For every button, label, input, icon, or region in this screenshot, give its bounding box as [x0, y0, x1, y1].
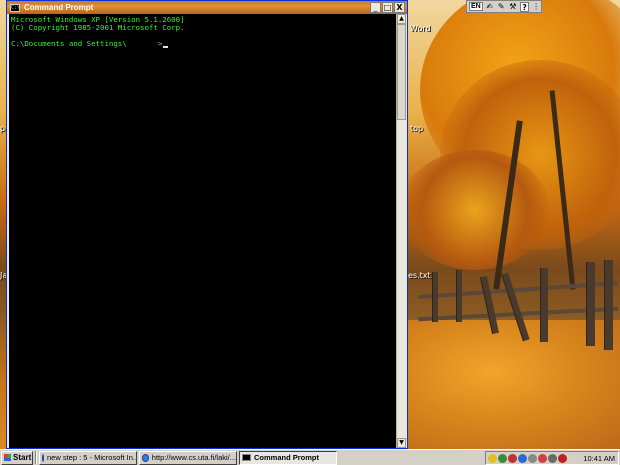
text-cursor [163, 46, 169, 48]
command-prompt-window: C:\ Command Prompt _ □ X Microsoft Windo… [6, 0, 408, 449]
internet-explorer-icon [42, 453, 44, 462]
maximize-button[interactable]: □ [382, 2, 393, 13]
wallpaper-fence-post [604, 260, 613, 350]
taskbar-item-browser-window[interactable]: http://www.cs.uta.fi/laki/... [139, 450, 237, 465]
tools-icon[interactable]: ⚒ [508, 2, 518, 12]
console-output[interactable]: Microsoft Windows XP [Version 5.1.2600] … [9, 14, 397, 448]
shield-icon[interactable] [488, 453, 497, 463]
antivirus-icon[interactable] [508, 453, 517, 463]
desktop-icon-label[interactable]: es.txt [408, 271, 431, 280]
wallpaper-foliage [400, 150, 550, 270]
taskbar-item-label: http://www.cs.uta.fi/laki/... [151, 453, 236, 462]
security-alert-icon[interactable] [538, 453, 547, 463]
help-icon[interactable]: ? [519, 1, 530, 12]
vertical-scrollbar[interactable]: ▲ ▼ [396, 14, 406, 448]
console-prompt-row[interactable]: C:\Documents and Settings\ > [11, 40, 395, 48]
window-controls: _ □ X [370, 2, 405, 13]
start-button[interactable]: Start [1, 450, 33, 465]
console-icon [242, 454, 251, 461]
clock[interactable]: 10:41 AM [583, 454, 615, 463]
network-icon[interactable] [498, 453, 507, 463]
start-label: Start [13, 453, 32, 462]
desktop-icon-label[interactable]: top [410, 124, 423, 133]
stop-icon[interactable] [558, 453, 567, 463]
taskbar: Start new step : 5 - Microsoft In... htt… [0, 449, 620, 465]
language-bar: EN ✍ ✎ ⚒ ? ⋮ [466, 0, 542, 13]
handwriting-icon[interactable]: ✍ [485, 2, 495, 12]
taskbar-item-command-prompt[interactable]: Command Prompt [239, 450, 337, 465]
console-icon[interactable]: C:\ [10, 3, 20, 12]
title-bar[interactable]: C:\ Command Prompt _ □ X [7, 1, 407, 14]
close-button[interactable]: X [394, 2, 405, 13]
console-line: (C) Copyright 1985-2001 Microsoft Corp. [11, 23, 185, 32]
taskbar-separator [35, 451, 37, 464]
minimize-button[interactable]: _ [370, 2, 381, 13]
options-icon[interactable]: ⋮ [531, 2, 541, 12]
taskbar-item-label: new step : 5 - Microsoft In... [47, 453, 137, 462]
scroll-thumb[interactable] [397, 24, 406, 120]
taskbar-item-ie-window[interactable]: new step : 5 - Microsoft In... [39, 450, 137, 465]
wallpaper-fence-post [540, 268, 548, 342]
console-prompt: C:\Documents and Settings\ > [11, 39, 163, 48]
printer-icon[interactable] [548, 453, 557, 463]
windows-logo-icon [4, 454, 11, 461]
wallpaper-fence-post [456, 270, 462, 322]
system-tray: 10:41 AM [485, 451, 619, 465]
window-title: Command Prompt [24, 3, 94, 12]
language-indicator[interactable]: EN [469, 2, 483, 11]
pen-icon[interactable]: ✎ [496, 2, 506, 12]
wallpaper-fence-post [432, 272, 438, 322]
desktop-icon-label[interactable]: Word [410, 24, 431, 33]
internet-explorer-icon [142, 453, 149, 462]
scroll-down-button[interactable]: ▼ [397, 438, 406, 448]
taskbar-item-label: Command Prompt [254, 453, 320, 462]
bluetooth-icon[interactable] [518, 453, 527, 463]
wallpaper-fence-post [586, 262, 595, 346]
scroll-up-button[interactable]: ▲ [397, 14, 406, 24]
volume-icon[interactable] [528, 453, 537, 463]
